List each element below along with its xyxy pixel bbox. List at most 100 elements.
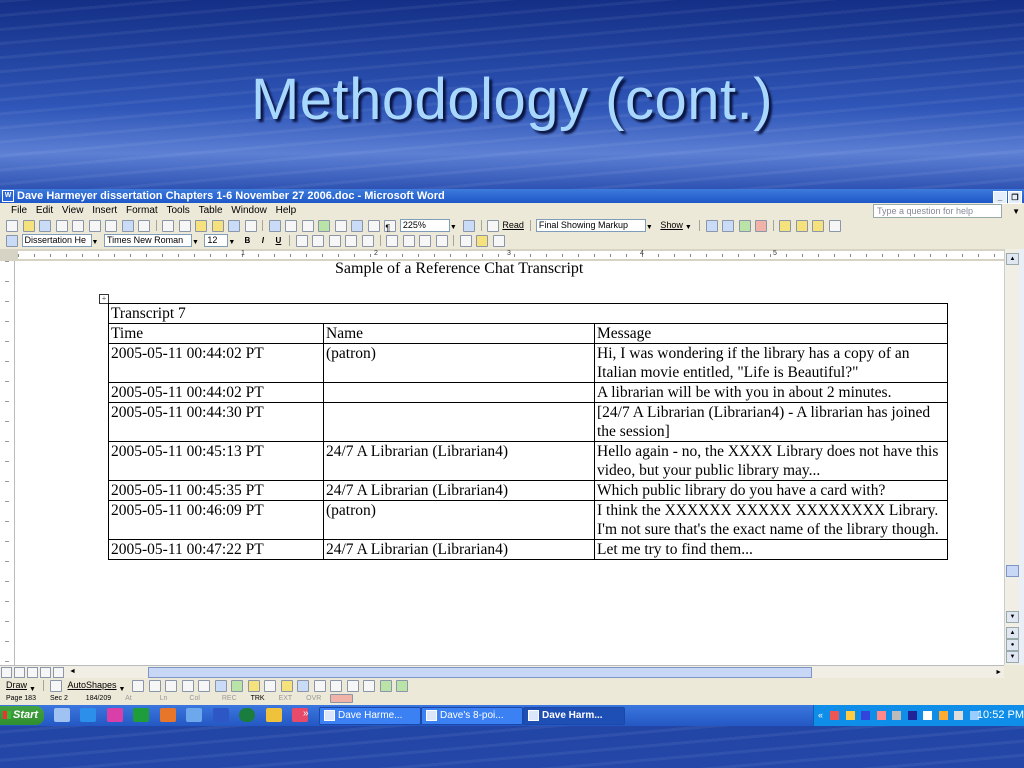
arrow-style-icon[interactable] [363, 680, 376, 692]
decrease-indent-icon[interactable] [419, 235, 432, 247]
justify-icon[interactable] [345, 235, 358, 247]
cut-icon[interactable] [162, 220, 175, 232]
tray-app-icon[interactable] [938, 711, 948, 720]
tray-app-icon[interactable] [876, 711, 886, 720]
spelling-icon[interactable] [121, 220, 134, 232]
n-app-icon[interactable] [239, 708, 256, 722]
arrow-icon[interactable] [148, 680, 161, 692]
read-mode-icon[interactable] [487, 220, 500, 232]
align-center-icon[interactable] [312, 235, 325, 247]
scroll-down-icon[interactable]: ▼ [1006, 611, 1019, 623]
tray-app-icon[interactable] [892, 711, 902, 720]
powerpoint-icon[interactable] [106, 708, 123, 722]
font-color-icon[interactable] [492, 235, 505, 247]
vertical-ruler[interactable] [0, 261, 15, 665]
font-color-icon[interactable] [313, 680, 326, 692]
status-ovr[interactable]: OVR [300, 693, 327, 705]
line-style-icon[interactable] [330, 680, 343, 692]
hyperlink-icon[interactable] [268, 220, 281, 232]
reviewing-pane-icon[interactable] [828, 220, 841, 232]
internet-explorer-icon[interactable] [80, 708, 97, 722]
spelling-status-icon[interactable] [330, 694, 354, 703]
taskbar-item[interactable]: Dave Harme... [319, 707, 421, 725]
excel-icon[interactable] [133, 708, 150, 722]
highlight-icon[interactable] [795, 220, 808, 232]
3d-style-icon[interactable] [396, 680, 409, 692]
underline-button[interactable]: U [273, 235, 284, 246]
research-icon[interactable] [138, 220, 151, 232]
tray-expand-icon[interactable]: « [818, 710, 823, 720]
tables-borders-icon[interactable] [285, 220, 298, 232]
font-dropdown-icon[interactable]: ▼ [192, 235, 199, 250]
select-browse-object-icon[interactable]: ● [1006, 639, 1019, 651]
undo-icon[interactable] [228, 220, 241, 232]
border-icon[interactable] [459, 235, 472, 247]
wordart-icon[interactable] [214, 680, 227, 692]
markup-display-select[interactable]: Final Showing Markup [535, 219, 646, 232]
menu-tools[interactable]: Tools [163, 203, 192, 218]
document-map-icon[interactable] [367, 220, 380, 232]
help-dropdown-icon[interactable]: ▼ [1012, 204, 1020, 219]
next-page-icon[interactable]: ▼ [1006, 651, 1019, 663]
line-icon[interactable] [132, 680, 144, 692]
quick-launch-more-icon[interactable]: » [303, 708, 309, 719]
menu-file[interactable]: File [8, 203, 30, 218]
paste-icon[interactable] [195, 220, 208, 232]
new-document-icon[interactable] [6, 220, 18, 232]
italic-button[interactable]: I [257, 235, 268, 246]
menu-view[interactable]: View [59, 203, 87, 218]
next-change-icon[interactable] [722, 220, 735, 232]
previous-page-icon[interactable]: ▲ [1006, 627, 1019, 639]
text-box-icon[interactable] [198, 680, 211, 692]
folder-icon[interactable] [265, 708, 282, 722]
tray-alert-icon[interactable] [845, 711, 855, 720]
outlook-icon[interactable] [159, 708, 176, 722]
start-button[interactable]: Start [0, 706, 44, 725]
reject-change-icon[interactable] [755, 220, 768, 232]
show-hide-icon[interactable]: ¶ [384, 220, 397, 233]
taskbar-item-active[interactable]: Dave Harm... [523, 707, 625, 725]
redo-icon[interactable] [244, 220, 257, 232]
menu-table[interactable]: Table [196, 203, 226, 218]
diagram-icon[interactable] [231, 680, 244, 692]
format-painter-icon[interactable] [211, 220, 224, 232]
tray-volume-icon[interactable] [954, 711, 964, 720]
status-trk[interactable]: TRK [245, 693, 271, 705]
shadow-style-icon[interactable] [379, 680, 392, 692]
dash-style-icon[interactable] [346, 680, 359, 692]
print-icon[interactable] [88, 220, 101, 232]
font-select[interactable]: Times New Roman [103, 234, 192, 247]
menu-help[interactable]: Help [273, 203, 300, 218]
window-titlebar[interactable]: W Dave Harmeyer dissertation Chapters 1-6… [0, 189, 1024, 204]
track-changes-icon[interactable] [812, 220, 825, 232]
horizontal-ruler[interactable]: 1 2 3 4 5 [0, 249, 1024, 261]
bullets-icon[interactable] [402, 235, 415, 247]
font-size-dropdown-icon[interactable]: ▼ [228, 235, 235, 250]
style-select[interactable]: Dissertation He [21, 234, 92, 247]
styles-formatting-icon[interactable] [6, 235, 18, 247]
align-right-icon[interactable] [328, 235, 341, 247]
insert-comment-icon[interactable] [779, 220, 792, 232]
show-desktop-icon[interactable] [54, 708, 70, 722]
open-icon[interactable] [22, 220, 35, 232]
fill-color-icon[interactable] [280, 680, 293, 692]
columns-icon[interactable] [334, 220, 347, 232]
clip-art-icon[interactable] [247, 680, 260, 692]
drawing-icon[interactable] [351, 220, 364, 232]
insert-table-icon[interactable] [301, 220, 314, 232]
oval-icon[interactable] [181, 680, 194, 692]
insert-excel-icon[interactable] [318, 220, 331, 232]
accept-change-icon[interactable] [738, 220, 751, 232]
permission-icon[interactable] [55, 220, 68, 232]
style-dropdown-icon[interactable]: ▼ [92, 235, 99, 250]
align-left-icon[interactable] [295, 235, 308, 247]
document-page[interactable]: Sample of a Reference Chat Transcript + … [15, 261, 1004, 665]
scroll-left-icon[interactable]: ◄ [69, 668, 76, 675]
font-size-select[interactable]: 12 [204, 234, 229, 247]
tray-bluetooth-icon[interactable] [861, 711, 871, 720]
tray-network-icon[interactable] [830, 711, 840, 720]
help-icon[interactable] [463, 220, 476, 232]
save-icon[interactable] [39, 220, 52, 232]
draw-menu-button[interactable]: Draw [6, 677, 27, 693]
picture-icon[interactable] [264, 680, 277, 692]
